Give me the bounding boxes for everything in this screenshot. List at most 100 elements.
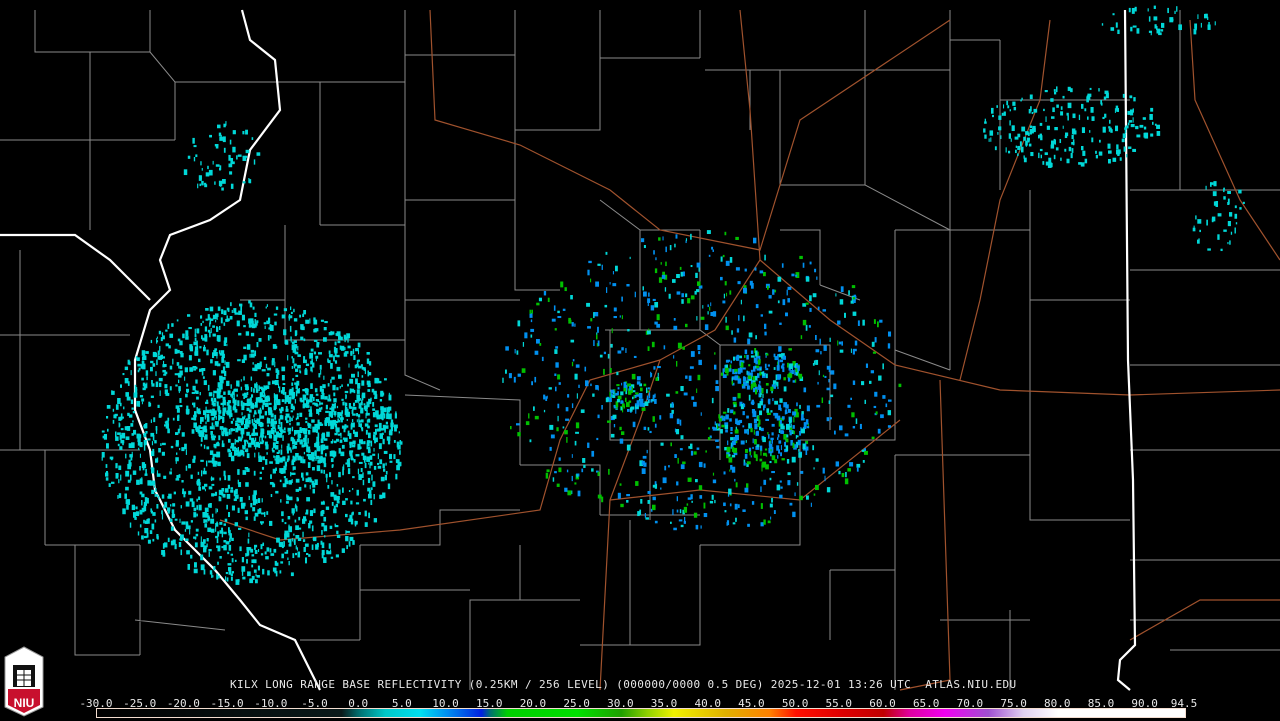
echo-pixel [258, 338, 262, 342]
echo-pixel [219, 383, 223, 390]
echo-pixel [752, 446, 754, 449]
echo-pixel [682, 346, 685, 350]
echo-pixel [782, 355, 786, 360]
echo-pixel [348, 490, 351, 493]
echo-pixel [139, 524, 142, 528]
echo-pixel [155, 352, 158, 357]
echo-pixel [1023, 136, 1026, 141]
echo-pixel [344, 347, 346, 351]
echo-pixel [204, 523, 208, 528]
echo-pixel [221, 440, 224, 444]
echo-pixel [223, 523, 227, 526]
echo-pixel [291, 417, 293, 422]
echo-pixel [1072, 113, 1076, 119]
echo-pixel [339, 345, 342, 350]
echo-pixel [272, 426, 276, 430]
echo-pixel [1020, 99, 1022, 102]
echo-pixel [394, 427, 397, 432]
echo-pixel [235, 423, 240, 426]
echo-pixel [712, 427, 717, 431]
echo-pixel [207, 384, 210, 391]
echo-pixel [154, 519, 157, 523]
echo-pixel [336, 387, 339, 391]
echo-pixel [750, 355, 755, 358]
echo-pixel [680, 435, 684, 440]
echo-pixel [1017, 145, 1021, 150]
echo-pixel [193, 368, 197, 371]
echo-pixel [774, 400, 779, 405]
echo-pixel [664, 465, 667, 471]
echo-pixel [292, 407, 295, 410]
echo-pixel [747, 430, 749, 435]
echo-pixel [647, 346, 650, 351]
echo-pixel [156, 336, 158, 339]
echo-pixel [229, 171, 233, 175]
echo-pixel [184, 443, 187, 450]
echo-pixel [1088, 94, 1091, 100]
echo-pixel [781, 363, 785, 366]
echo-pixel [293, 533, 295, 536]
echo-pixel [218, 410, 222, 414]
echo-pixel [862, 460, 865, 463]
echo-pixel [370, 397, 372, 402]
echo-pixel [366, 358, 370, 364]
echo-pixel [225, 576, 227, 581]
echo-pixel [789, 502, 793, 506]
echo-pixel [163, 505, 165, 510]
echo-pixel [787, 472, 791, 476]
echo-pixel [141, 462, 145, 469]
echo-pixel [728, 488, 732, 495]
echo-pixel [861, 449, 865, 452]
echo-pixel [1147, 8, 1149, 12]
echo-pixel [723, 293, 725, 299]
echo-pixel [280, 422, 283, 428]
echo-pixel [220, 317, 223, 324]
echo-pixel [1199, 229, 1201, 233]
echo-pixel [330, 330, 332, 335]
echo-pixel [205, 421, 207, 425]
echo-pixel [184, 376, 186, 381]
echo-pixel [253, 490, 257, 495]
echo-pixel [629, 256, 631, 260]
echo-pixel [399, 441, 403, 445]
echo-pixel [219, 477, 221, 481]
echo-pixel [690, 265, 693, 268]
echo-pixel [839, 299, 844, 305]
echo-pixel [353, 459, 356, 463]
echo-pixel [732, 522, 736, 525]
echo-pixel [771, 498, 773, 503]
echo-pixel [291, 508, 295, 514]
echo-pixel [143, 519, 145, 524]
echo-pixel [337, 412, 340, 418]
echo-pixel [734, 503, 738, 510]
echo-pixel [1030, 152, 1034, 157]
echo-pixel [345, 498, 348, 501]
echo-pixel [759, 458, 763, 462]
echo-pixel [307, 438, 309, 444]
echo-pixel [1127, 122, 1130, 126]
echo-pixel [289, 496, 293, 501]
echo-pixel [344, 424, 347, 430]
echo-pixel [362, 455, 367, 461]
echo-pixel [334, 348, 338, 354]
echo-pixel [145, 468, 147, 475]
echo-pixel [176, 362, 180, 366]
echo-pixel [1048, 157, 1052, 164]
echo-pixel [260, 553, 264, 556]
echo-pixel [869, 380, 872, 384]
echo-pixel [226, 494, 231, 499]
echo-pixel [1153, 16, 1158, 21]
echo-pixel [242, 576, 246, 580]
echo-pixel [570, 339, 575, 343]
echo-pixel [169, 518, 173, 523]
echo-pixel [218, 389, 222, 393]
echo-pixel [792, 425, 795, 429]
echo-pixel [227, 449, 232, 453]
echo-pixel [762, 393, 764, 398]
echo-pixel [228, 413, 233, 417]
echo-pixel [302, 456, 304, 460]
echo-pixel [1174, 10, 1176, 14]
echo-pixel [1086, 96, 1089, 103]
echo-pixel [865, 363, 869, 368]
echo-pixel [270, 421, 274, 427]
